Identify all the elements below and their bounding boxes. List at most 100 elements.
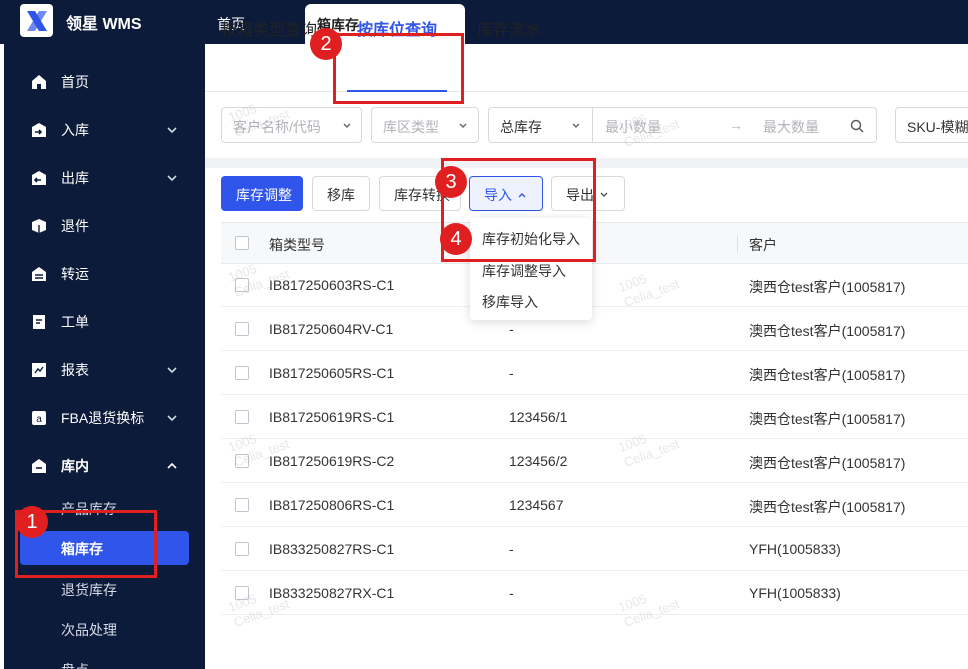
customer-cell: 澳西仓test客户(1005817) — [749, 323, 906, 339]
fba-icon: a — [30, 409, 48, 427]
quantity-range: 总库存 最小数量 → 最大数量 — [488, 107, 877, 143]
annotation-marker-1: 1 — [16, 506, 48, 538]
chevron-down-icon — [572, 123, 580, 128]
inventory-adjust-button[interactable]: 库存调整 — [221, 176, 303, 211]
box-type-cell: IB817250806RS-C1 — [269, 497, 395, 513]
move-location-button[interactable]: 移库 — [312, 176, 370, 211]
select-all-checkbox[interactable] — [235, 236, 249, 250]
box-type-cell: IB833250827RS-C1 — [269, 541, 395, 557]
table-row[interactable]: IB817250619RS-C2 123456/2 澳西仓test客户(1005… — [221, 439, 968, 483]
row-checkbox[interactable] — [235, 410, 249, 424]
sku-search-mode-select[interactable]: SKU-模糊 — [895, 107, 968, 143]
annotation-marker-3: 3 — [435, 166, 467, 198]
sidebar-subitem-stocktake[interactable]: 盘点 — [0, 651, 205, 669]
sidebar-item-outbound[interactable]: 出库 — [0, 158, 205, 198]
chevron-down-icon — [459, 123, 467, 128]
box-type-cell: IB817250604RV-C1 — [269, 321, 394, 337]
tab-by-box-type[interactable]: 按箱类型查询 — [221, 16, 317, 40]
sidebar-item-report[interactable]: 报表 — [0, 350, 205, 390]
table-row[interactable]: IB817250605RS-C1 - 澳西仓test客户(1005817) — [221, 351, 968, 395]
customer-cell: 澳西仓test客户(1005817) — [749, 367, 906, 383]
sidebar-item-inbound[interactable]: 入库 — [0, 110, 205, 150]
annotation-marker-4: 4 — [440, 223, 472, 255]
sidebar-item-label: 库内 — [61, 458, 89, 474]
location-cell: 123456/1 — [509, 409, 568, 425]
row-checkbox[interactable] — [235, 366, 249, 380]
location-cell: - — [509, 321, 514, 337]
customer-cell: YFH(1005833) — [749, 585, 841, 601]
customer-cell: 澳西仓test客户(1005817) — [749, 455, 906, 471]
sidebar-item-label: 首页 — [61, 74, 89, 90]
sidebar-item-label: 工单 — [61, 314, 89, 330]
sidebar-item-transfer[interactable]: 转运 — [0, 254, 205, 294]
range-arrow: → — [729, 117, 743, 133]
table-row[interactable]: IB833250827RS-C1 - YFH(1005833) — [221, 527, 968, 571]
table-row[interactable]: IB817250619RS-C1 123456/1 澳西仓test客户(1005… — [221, 395, 968, 439]
sidebar-subitem-defective[interactable]: 次品处理 — [0, 611, 205, 645]
customer-cell: 澳西仓test客户(1005817) — [749, 411, 906, 427]
transfer-icon — [30, 265, 48, 283]
sidebar-item-label: 退件 — [61, 218, 89, 234]
box-type-cell: IB817250605RS-C1 — [269, 365, 395, 381]
sidebar-subitem-label: 盘点 — [61, 660, 89, 669]
row-checkbox[interactable] — [235, 542, 249, 556]
return-icon — [30, 217, 48, 235]
sidebar-item-fba[interactable]: a FBA退货换标 — [0, 398, 205, 438]
row-checkbox[interactable] — [235, 322, 249, 336]
row-checkbox[interactable] — [235, 498, 249, 512]
annotation-box-2 — [333, 33, 464, 104]
workorder-icon — [30, 313, 48, 331]
sidebar-item-workorder[interactable]: 工单 — [0, 302, 205, 342]
sidebar-item-warehouse[interactable]: 库内 — [0, 446, 205, 486]
menu-item-inventory-adjust-import[interactable]: 库存调整导入 — [482, 261, 566, 281]
column-divider — [737, 235, 738, 253]
table-row[interactable]: IB817250604RV-C1 - 澳西仓test客户(1005817) — [221, 307, 968, 351]
outbound-icon — [30, 169, 48, 187]
location-cell: 1234567 — [509, 497, 564, 513]
chevron-down-icon — [600, 192, 608, 197]
svg-text:a: a — [36, 414, 42, 425]
sidebar-item-home[interactable]: 首页 — [0, 62, 205, 102]
home-icon — [30, 73, 48, 91]
sku-select-label: SKU-模糊 — [907, 119, 968, 135]
chevron-down-icon — [167, 175, 177, 182]
box-type-cell: IB817250619RS-C1 — [269, 409, 395, 425]
logo-icon — [20, 4, 53, 37]
chevron-up-icon — [167, 462, 177, 469]
table-row[interactable]: IB833250827RX-C1 - YFH(1005833) — [221, 571, 968, 615]
inbound-icon — [30, 121, 48, 139]
sidebar-item-label: 入库 — [61, 122, 89, 138]
location-cell: - — [509, 541, 514, 557]
table-row[interactable]: IB817250603RS-C1 澳西仓test客户(1005817) — [221, 263, 968, 307]
table-row[interactable]: IB817250806RS-C1 1234567 澳西仓test客户(10058… — [221, 483, 968, 527]
chevron-down-icon — [343, 123, 351, 128]
sidebar-item-label: 转运 — [61, 266, 89, 282]
customer-cell: YFH(1005833) — [749, 541, 841, 557]
divider — [592, 108, 593, 142]
max-quantity-input[interactable]: 最大数量 — [763, 117, 819, 137]
location-cell: 123456/2 — [509, 453, 568, 469]
customer-cell: 澳西仓test客户(1005817) — [749, 279, 906, 295]
menu-item-move-location-import[interactable]: 移库导入 — [482, 292, 538, 312]
chevron-down-icon — [167, 367, 177, 374]
zone-select[interactable]: 库区类型 — [371, 107, 479, 143]
search-icon[interactable] — [850, 119, 864, 133]
customer-cell: 澳西仓test客户(1005817) — [749, 499, 906, 515]
tab-inventory-flow[interactable]: 库存流水 — [477, 16, 541, 40]
stock-type-select[interactable]: 总库存 — [500, 119, 542, 135]
app-name: 领星 WMS — [66, 16, 142, 33]
sidebar-item-returns[interactable]: 退件 — [0, 206, 205, 246]
sidebar-subitem-label: 退货库存 — [61, 582, 117, 598]
sidebar-item-label: 出库 — [61, 170, 89, 186]
sidebar-item-label: FBA退货换标 — [61, 410, 145, 426]
location-cell: - — [509, 585, 514, 601]
report-icon — [30, 361, 48, 379]
annotation-marker-2: 2 — [310, 28, 342, 60]
sidebar-item-label: 报表 — [61, 362, 89, 378]
chevron-down-icon — [167, 415, 177, 422]
location-cell: - — [509, 365, 514, 381]
box-type-cell: IB817250619RS-C2 — [269, 453, 395, 469]
column-customer: 客户 — [749, 237, 777, 253]
box-type-cell: IB833250827RX-C1 — [269, 585, 395, 601]
sidebar-subitem-label: 次品处理 — [61, 622, 117, 638]
